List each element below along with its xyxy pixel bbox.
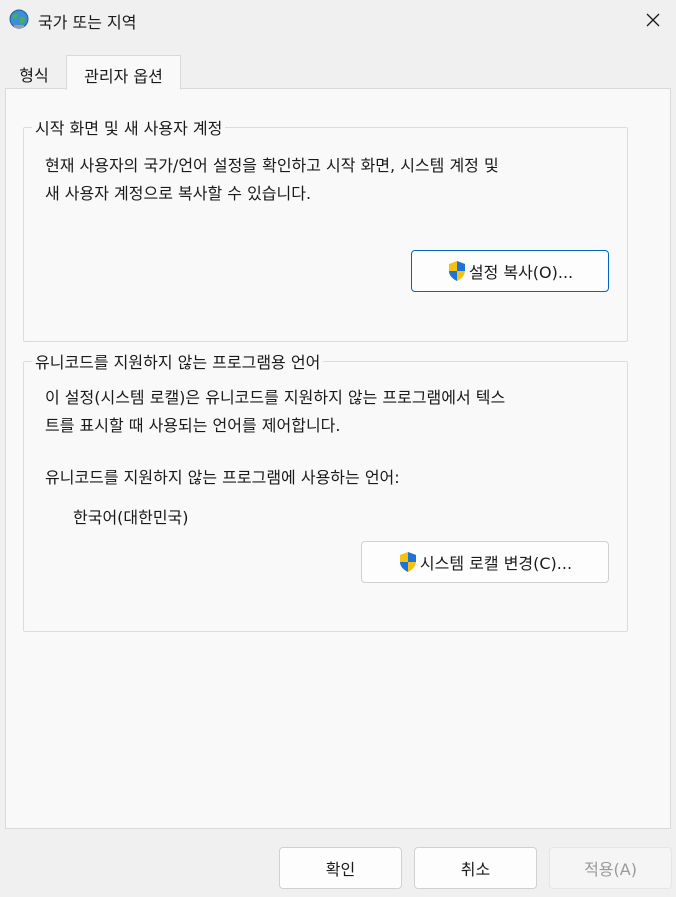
group-legend: 유니코드를 지원하지 않는 프로그램용 언어: [32, 349, 324, 373]
group-description: 현재 사용자의 국가/언어 설정을 확인하고 시작 화면, 시스템 계정 및 새…: [45, 152, 605, 208]
change-system-locale-button[interactable]: 시스템 로캘 변경(C)...: [361, 541, 609, 583]
apply-button[interactable]: 적용(A): [549, 847, 672, 889]
cancel-button[interactable]: 취소: [414, 847, 537, 889]
welcome-screen-group: 시작 화면 및 새 사용자 계정 현재 사용자의 국가/언어 설정을 확인하고 …: [23, 115, 628, 342]
admin-options-panel: 시작 화면 및 새 사용자 계정 현재 사용자의 국가/언어 설정을 확인하고 …: [5, 88, 671, 829]
current-language-label: 유니코드를 지원하지 않는 프로그램에 사용하는 언어:: [45, 468, 400, 487]
description-line: 새 사용자 계정으로 복사할 수 있습니다.: [45, 184, 312, 203]
ok-button[interactable]: 확인: [279, 847, 402, 889]
unicode-language-group: 유니코드를 지원하지 않는 프로그램용 언어 이 설정(시스템 로캘)은 유니코…: [23, 349, 628, 632]
globe-icon: [9, 9, 29, 29]
current-language-value: 한국어(대한민국): [73, 508, 189, 527]
button-label: 설정 복사(O)...: [468, 263, 574, 282]
group-description: 이 설정(시스템 로캘)은 유니코드를 지원하지 않는 프로그램에서 텍스 트를…: [45, 384, 605, 440]
description-line: 트를 표시할 때 사용되는 언어를 제어합니다.: [45, 416, 341, 435]
uac-shield-icon: [448, 261, 465, 281]
title-bar: 국가 또는 지역: [0, 0, 676, 40]
tab-admin-options[interactable]: 관리자 옵션: [66, 55, 181, 90]
copy-settings-button[interactable]: 설정 복사(O)...: [411, 250, 609, 292]
description-line: 이 설정(시스템 로캘)은 유니코드를 지원하지 않는 프로그램에서 텍스: [45, 388, 506, 407]
close-icon: [646, 13, 660, 27]
window-title: 국가 또는 지역: [38, 13, 137, 32]
description-line: 현재 사용자의 국가/언어 설정을 확인하고 시작 화면, 시스템 계정 및: [45, 156, 499, 175]
close-button[interactable]: [630, 0, 676, 40]
tab-format[interactable]: 형식: [5, 55, 63, 89]
button-label: 시스템 로캘 변경(C)...: [419, 554, 573, 573]
group-legend: 시작 화면 및 새 사용자 계정: [32, 115, 226, 139]
uac-shield-icon: [399, 552, 416, 572]
